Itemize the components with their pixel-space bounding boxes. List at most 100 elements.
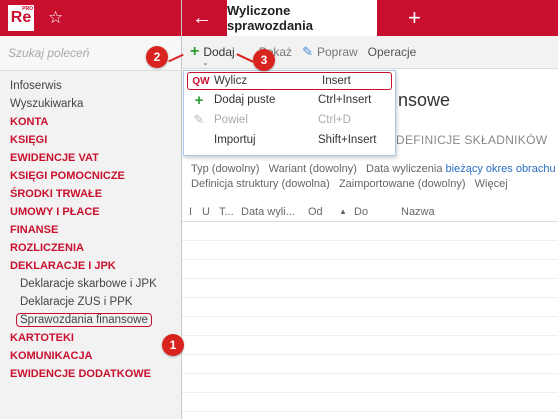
page-title: nsowe bbox=[398, 90, 451, 110]
table-row[interactable] bbox=[182, 222, 558, 241]
table-row[interactable] bbox=[182, 279, 558, 298]
tab-active[interactable]: Wyliczone sprawozdania bbox=[227, 0, 377, 36]
table-row[interactable] bbox=[182, 241, 558, 260]
chevron-down-icon: ⌄ bbox=[202, 58, 209, 67]
table-row[interactable] bbox=[182, 260, 558, 279]
add-dropdown-menu: QW Wylicz Insert + Dodaj puste Ctrl+Inse… bbox=[183, 70, 396, 156]
table-body bbox=[182, 222, 558, 419]
table-row[interactable] bbox=[182, 374, 558, 393]
menu-item-shortcut: Insert bbox=[322, 75, 351, 87]
filter-line-1: Typ (dowolny) Wariant (dowolny) Data wyl… bbox=[191, 162, 556, 177]
new-tab-plus-icon[interactable]: + bbox=[408, 5, 421, 31]
sidebar-item-label: Sprawozdania finansowe bbox=[16, 313, 152, 327]
logo-badge: PRO bbox=[22, 6, 33, 12]
sidebar-nav: Infoserwis Wyszukiwarka KONTA KSIĘGI EWIDENC… bbox=[0, 71, 181, 383]
sidebar-item-label: KARTOTEKI bbox=[10, 332, 74, 344]
sidebar-item[interactable]: ROZLICZENIA bbox=[0, 239, 181, 257]
sidebar-item-label: ŚRODKI TRWAŁE bbox=[10, 188, 103, 200]
filter-text[interactable]: Typ (dowolny) Wariant (dowolny) Data wyl… bbox=[191, 163, 446, 175]
sidebar-item-label: DEKLARACJE I JPK bbox=[10, 260, 116, 272]
tab-active-label: Wyliczone sprawozdania bbox=[227, 3, 313, 33]
sidebar-item[interactable]: UMOWY I PŁACE bbox=[0, 203, 181, 221]
menu-item-label: Dodaj puste bbox=[214, 94, 276, 106]
search-placeholder: Szukaj poleceń bbox=[8, 46, 90, 60]
add-button[interactable]: + Dodaj ⌄ bbox=[190, 43, 235, 67]
fix-button[interactable]: ✎ Popraw bbox=[302, 44, 358, 60]
sidebar-item-label: KSIĘGI POMOCNICZE bbox=[10, 170, 125, 182]
fix-button-label: Popraw bbox=[316, 45, 358, 59]
calculate-icon: QW bbox=[192, 75, 210, 87]
menu-item-calculate[interactable]: QW Wylicz Insert bbox=[187, 72, 392, 90]
sidebar-item-label: Infoserwis bbox=[10, 80, 62, 92]
sidebar-item-label: KOMUNIKACJA bbox=[10, 350, 93, 362]
sidebar-item-label: FINANSE bbox=[10, 224, 59, 236]
menu-item-import[interactable]: Importuj Shift+Insert bbox=[184, 130, 395, 150]
favorite-star-icon[interactable]: ☆ bbox=[48, 8, 63, 28]
sidebar-item[interactable]: Deklaracje skarbowe i JPK bbox=[0, 275, 181, 293]
sidebar-item[interactable]: KONTA bbox=[0, 113, 181, 131]
table-header: I U T... Data wyli... Od ▲ Do Nazwa bbox=[182, 202, 558, 222]
pencil-icon: ✎ bbox=[302, 44, 313, 59]
col-do[interactable]: Do bbox=[354, 206, 368, 218]
sidebar-item[interactable]: EWIDENCJE DODATKOWE bbox=[0, 365, 181, 383]
menu-item-shortcut: Ctrl+Insert bbox=[318, 94, 372, 106]
tab-definitions[interactable]: DEFINICJE SKŁADNIKÓW bbox=[396, 133, 547, 147]
sidebar-item[interactable]: Deklaracje ZUS i PPK bbox=[0, 293, 181, 311]
sidebar-item-label: Deklaracje ZUS i PPK bbox=[20, 296, 133, 308]
top-bar: ← Wyliczone sprawozdania + bbox=[182, 0, 558, 36]
sidebar-item[interactable]: KSIĘGI bbox=[0, 131, 181, 149]
filter-line-2[interactable]: Definicja struktury (dowolna) Zaimportow… bbox=[191, 177, 556, 192]
filter-period-link[interactable]: bieżący okres obrachu bbox=[446, 163, 556, 175]
sidebar-item-label: KONTA bbox=[10, 116, 49, 128]
sidebar-item-label: Deklaracje skarbowe i JPK bbox=[20, 278, 157, 290]
menu-item-shortcut: Ctrl+D bbox=[318, 114, 351, 126]
sort-asc-icon: ▲ bbox=[339, 207, 347, 216]
sidebar-item[interactable]: Wyszukiwarka bbox=[0, 95, 181, 113]
sidebar-item-label: Wyszukiwarka bbox=[10, 98, 84, 110]
callout-1: 1 bbox=[162, 334, 184, 356]
sidebar-item[interactable]: KARTOTEKI bbox=[0, 329, 181, 347]
menu-item-shortcut: Shift+Insert bbox=[318, 134, 377, 146]
menu-item-label: Importuj bbox=[214, 134, 256, 146]
table-row[interactable] bbox=[182, 355, 558, 374]
plus-icon: + bbox=[190, 43, 200, 60]
sidebar-item[interactable]: DEKLARACJE I JPK bbox=[0, 257, 181, 275]
sidebar-item[interactable]: Infoserwis bbox=[0, 77, 181, 95]
filters: Typ (dowolny) Wariant (dowolny) Data wyl… bbox=[191, 162, 556, 192]
sidebar-item[interactable]: FINANSE bbox=[0, 221, 181, 239]
sidebar-item[interactable]: Sprawozdania finansowe bbox=[0, 311, 181, 329]
col-t[interactable]: T... bbox=[219, 206, 234, 218]
duplicate-icon: ✎ bbox=[193, 112, 205, 127]
table-row[interactable] bbox=[182, 336, 558, 355]
menu-item-add-empty[interactable]: + Dodaj puste Ctrl+Insert bbox=[184, 90, 395, 110]
table-row[interactable] bbox=[182, 298, 558, 317]
col-i[interactable]: I bbox=[189, 206, 192, 218]
callout-3: 3 bbox=[253, 49, 275, 71]
operations-button-label: Operacje bbox=[367, 45, 417, 59]
operations-button[interactable]: Operacje bbox=[368, 45, 417, 59]
sidebar-item[interactable]: KOMUNIKACJA bbox=[0, 347, 181, 365]
toolbar: + Dodaj ⌄ Pokaż ✎ Popraw Operacje bbox=[182, 36, 558, 69]
back-arrow-icon[interactable]: ← bbox=[192, 7, 212, 30]
plus-icon: + bbox=[194, 91, 204, 109]
add-button-label: Dodaj bbox=[203, 45, 235, 59]
col-u[interactable]: U bbox=[202, 206, 210, 218]
app-logo[interactable]: Re PRO bbox=[8, 5, 34, 31]
sidebar-item[interactable]: ŚRODKI TRWAŁE bbox=[0, 185, 181, 203]
sidebar-item-label: ROZLICZENIA bbox=[10, 242, 84, 254]
sidebar-item-label: KSIĘGI bbox=[10, 134, 48, 146]
sidebar-item[interactable]: EWIDENCJE VAT bbox=[0, 149, 181, 167]
sidebar-item-label: EWIDENCJE DODATKOWE bbox=[10, 368, 151, 380]
table-row[interactable] bbox=[182, 317, 558, 336]
col-date[interactable]: Data wyli... bbox=[241, 206, 295, 218]
menu-item-duplicate[interactable]: ✎ Powiel Ctrl+D bbox=[184, 110, 395, 130]
callout-2: 2 bbox=[146, 46, 168, 68]
menu-item-label: Powiel bbox=[214, 114, 248, 126]
table-row[interactable] bbox=[182, 393, 558, 412]
sidebar-item-label: EWIDENCJE VAT bbox=[10, 152, 99, 164]
col-od[interactable]: Od bbox=[308, 206, 323, 218]
menu-item-label: Wylicz bbox=[214, 75, 248, 87]
col-name[interactable]: Nazwa bbox=[401, 206, 435, 218]
sidebar-item[interactable]: KSIĘGI POMOCNICZE bbox=[0, 167, 181, 185]
sidebar-item-label: UMOWY I PŁACE bbox=[10, 206, 100, 218]
